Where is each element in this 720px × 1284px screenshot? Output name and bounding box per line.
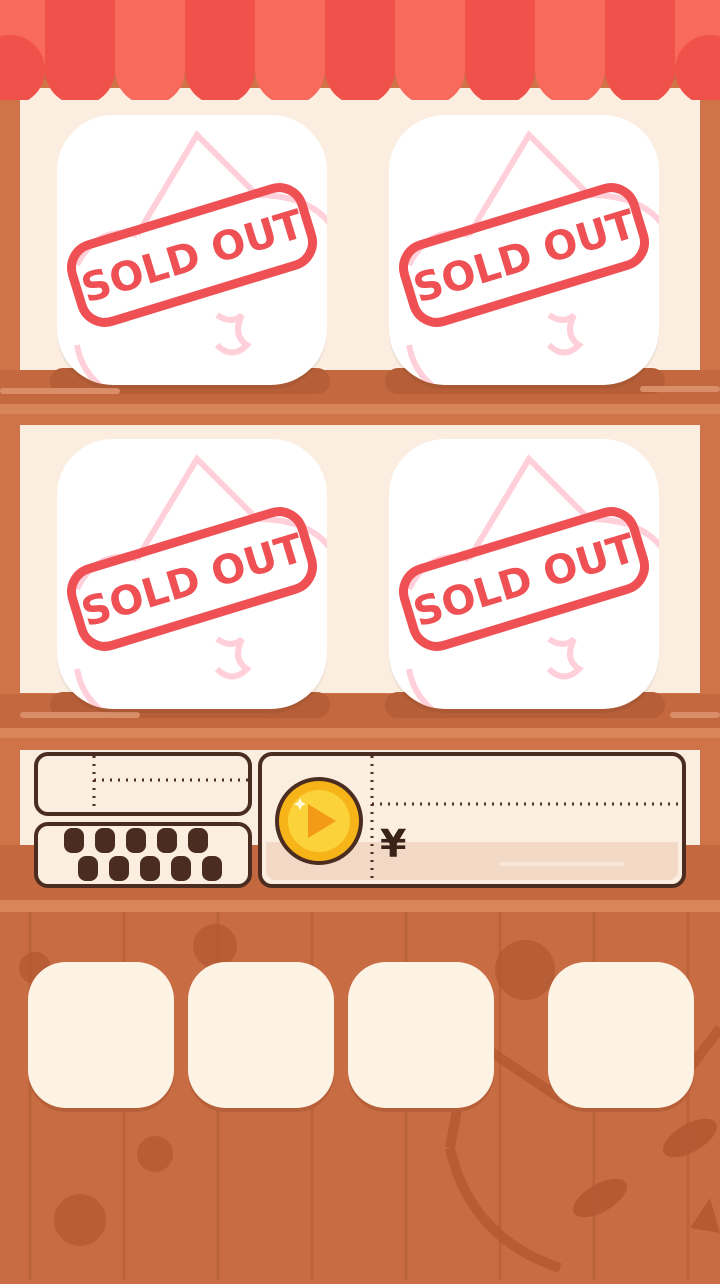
sold-out-stamp-4: SOLD OUT xyxy=(399,454,659,709)
awning xyxy=(0,0,720,105)
item-name-box xyxy=(34,752,252,816)
card-slot-3[interactable] xyxy=(348,962,494,1108)
product-slot-2[interactable]: SOLD OUT xyxy=(389,115,659,385)
play-coin-icon xyxy=(275,777,363,865)
product-slot-4[interactable]: SOLD OUT xyxy=(389,439,659,709)
plank-grain xyxy=(640,386,720,392)
currency-symbol: ¥ xyxy=(380,822,407,866)
sold-out-stamp-1: SOLD OUT xyxy=(67,130,327,385)
shelf-plank-3-edge xyxy=(0,900,720,912)
card-slot-2[interactable] xyxy=(188,962,334,1108)
shelf-plank-2-edge xyxy=(0,728,720,738)
sold-out-stamp-2: SOLD OUT xyxy=(399,130,659,385)
code-display xyxy=(34,822,252,888)
code-dots xyxy=(64,828,222,881)
plank-grain xyxy=(670,712,720,718)
plank-grain xyxy=(20,712,140,718)
shelf-plank-1-edge xyxy=(0,404,720,414)
product-slot-1[interactable]: SOLD OUT xyxy=(57,115,327,385)
price-display: ¥ xyxy=(258,752,686,888)
product-slot-3[interactable]: SOLD OUT xyxy=(57,439,327,709)
plank-grain xyxy=(0,388,120,394)
card-slot-1[interactable] xyxy=(28,962,174,1108)
card-slot-4[interactable] xyxy=(548,962,694,1108)
watch-video-coin-button[interactable] xyxy=(274,776,364,866)
sold-out-stamp-3: SOLD OUT xyxy=(67,454,327,709)
